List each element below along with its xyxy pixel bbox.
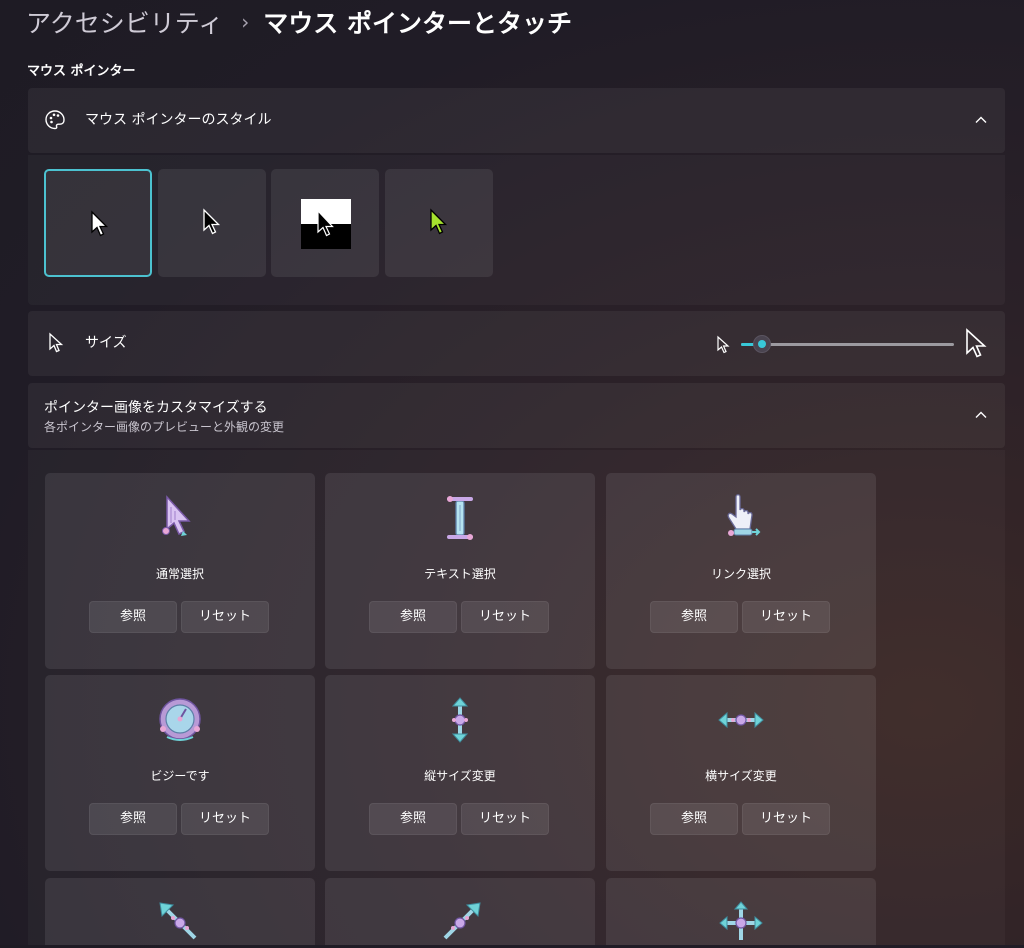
diagonal-resize-2-icon	[443, 902, 481, 940]
reset-button[interactable]: リセット	[181, 601, 269, 633]
white-arrow-icon	[91, 210, 109, 237]
text-beam-icon	[447, 496, 473, 540]
breadcrumb-separator: ›	[241, 10, 250, 34]
pointer-style-inverted-option[interactable]	[271, 169, 379, 277]
palette-icon	[45, 110, 65, 130]
chevron-up-icon[interactable]	[973, 112, 989, 128]
browse-button[interactable]: 参照	[650, 601, 738, 633]
pointer-style-black-option[interactable]	[158, 169, 266, 277]
large-pointer-icon	[966, 328, 987, 358]
reset-button[interactable]: リセット	[742, 803, 830, 835]
browse-button[interactable]: 参照	[89, 803, 177, 835]
tile-normal-select: 通常選択 参照 リセット	[45, 473, 315, 669]
reset-button[interactable]: リセット	[461, 601, 549, 633]
inverted-arrow-icon	[301, 199, 351, 249]
pointer-size-icon	[49, 332, 64, 353]
section-title: マウス ポインター	[27, 64, 136, 79]
tile-text-select: テキスト選択 参照 リセット	[325, 473, 595, 669]
tile-busy: ビジーです 参照 リセット	[45, 675, 315, 871]
small-pointer-icon	[717, 335, 730, 354]
custom-color-arrow-icon	[430, 208, 448, 235]
tile-label: リンク選択	[710, 567, 771, 581]
reset-button[interactable]: リセット	[181, 803, 269, 835]
tile-diagonal-resize-2	[325, 878, 595, 945]
vertical-resize-icon	[451, 697, 469, 743]
size-label: サイズ	[85, 335, 127, 351]
black-arrow-icon	[203, 208, 221, 235]
reset-button[interactable]: リセット	[742, 601, 830, 633]
pointer-style-white-option[interactable]	[44, 169, 152, 277]
pointer-style-header[interactable]: マウス ポインターのスタイル	[28, 88, 1005, 153]
breadcrumb-parent-link[interactable]: アクセシビリティ	[26, 4, 223, 40]
tile-label: 通常選択	[155, 567, 204, 581]
tile-label: 縦サイズ変更	[424, 769, 496, 783]
tile-label: ビジーです	[150, 769, 210, 783]
size-slider-track[interactable]	[741, 343, 954, 346]
tile-link-select: リンク選択 参照 リセット	[606, 473, 876, 669]
customize-subtitle: 各ポインター画像のプレビューと外観の変更	[44, 420, 285, 434]
hand-pointer-icon	[727, 494, 761, 536]
busy-clock-icon	[159, 698, 201, 741]
browse-button[interactable]: 参照	[650, 803, 738, 835]
browse-button[interactable]: 参照	[369, 803, 457, 835]
breadcrumb: アクセシビリティ › マウス ポインターとタッチ	[26, 4, 572, 40]
tile-vertical-resize: 縦サイズ変更 参照 リセット	[325, 675, 595, 871]
customize-title: ポインター画像をカスタマイズする	[44, 400, 268, 416]
pointer-style-custom-option[interactable]	[385, 169, 493, 277]
tile-horizontal-resize: 横サイズ変更 参照 リセット	[606, 675, 876, 871]
tile-diagonal-resize-1	[45, 878, 315, 945]
reset-button[interactable]: リセット	[461, 803, 549, 835]
move-icon	[719, 901, 763, 940]
customize-pointer-header[interactable]: ポインター画像をカスタマイズする 各ポインター画像のプレビューと外観の変更	[28, 383, 1005, 448]
diagonal-resize-1-icon	[159, 902, 197, 940]
pointer-style-label: マウス ポインターのスタイル	[85, 112, 272, 128]
chevron-up-icon[interactable]	[973, 407, 989, 423]
page-title: マウス ポインターとタッチ	[263, 9, 572, 38]
horizontal-resize-icon	[718, 711, 764, 729]
browse-button[interactable]: 参照	[89, 601, 177, 633]
tile-label: テキスト選択	[424, 567, 496, 581]
tile-move	[606, 878, 876, 945]
browse-button[interactable]: 参照	[369, 601, 457, 633]
arrow-pointer-icon	[162, 495, 191, 536]
tile-label: 横サイズ変更	[705, 769, 777, 783]
